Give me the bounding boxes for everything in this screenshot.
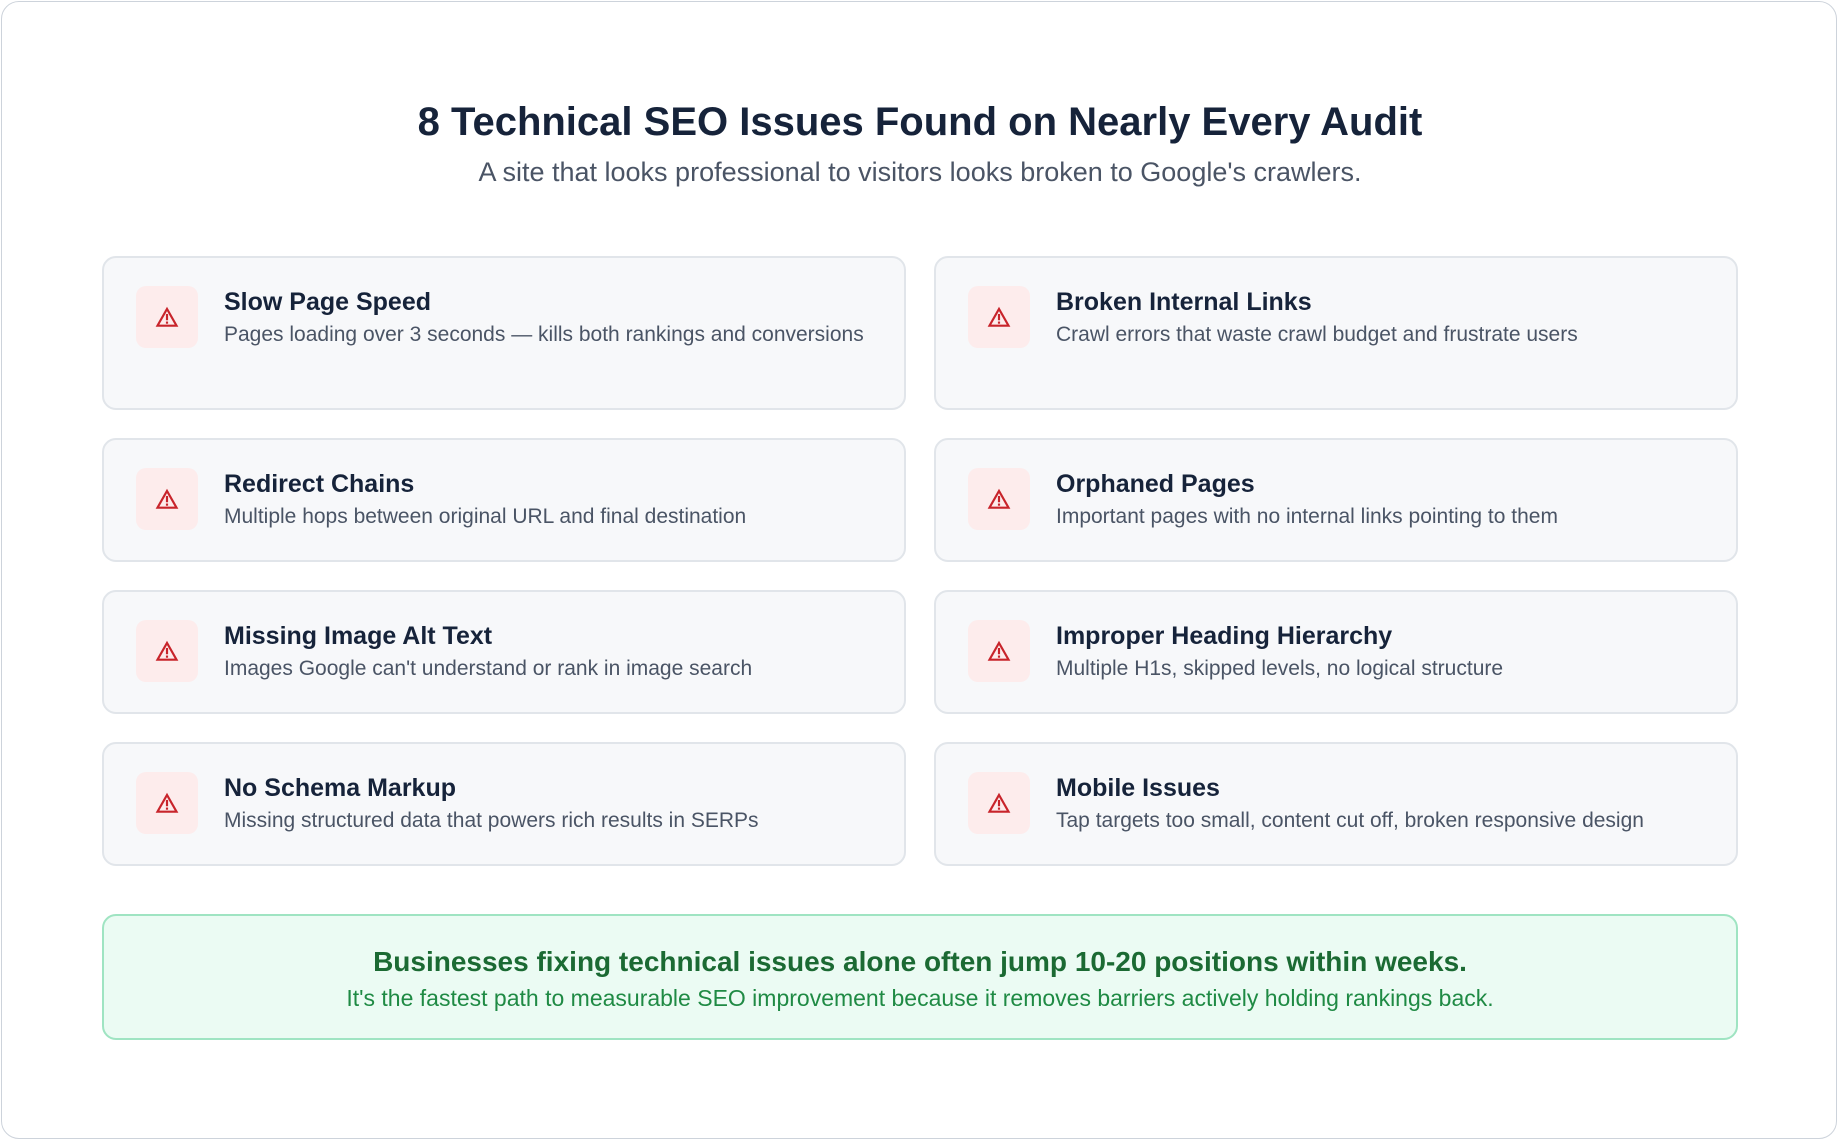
warning-icon <box>968 468 1030 530</box>
issue-card-orphaned-pages: Orphaned Pages Important pages with no i… <box>934 438 1738 562</box>
page-subtitle: A site that looks professional to visito… <box>478 157 1362 187</box>
warning-icon <box>968 620 1030 682</box>
callout-description: It's the fastest path to measurable SEO … <box>346 985 1494 1011</box>
issue-title: Broken Internal Links <box>1056 288 1312 316</box>
issue-card-redirect-chains: Redirect Chains Multiple hops between or… <box>102 438 906 562</box>
issue-description: Pages loading over 3 seconds — kills bot… <box>224 323 864 346</box>
issue-card-missing-image-alt-text: Missing Image Alt Text Images Google can… <box>102 590 906 714</box>
issue-description: Multiple H1s, skipped levels, no logical… <box>1056 657 1504 680</box>
callout-title: Businesses fixing technical issues alone… <box>373 946 1467 977</box>
issue-card-slow-page-speed: Slow Page Speed Pages loading over 3 sec… <box>102 256 906 410</box>
issue-description: Images Google can't understand or rank i… <box>224 657 753 680</box>
warning-icon <box>136 620 198 682</box>
issue-card-broken-internal-links: Broken Internal Links Crawl errors that … <box>934 256 1738 410</box>
header: 8 Technical SEO Issues Found on Nearly E… <box>0 96 1840 190</box>
issue-card-mobile-issues: Mobile Issues Tap targets too small, con… <box>934 742 1738 866</box>
issue-card-improper-heading-hierarchy: Improper Heading Hierarchy Multiple H1s,… <box>934 590 1738 714</box>
issue-description: Tap targets too small, content cut off, … <box>1056 809 1644 832</box>
warning-icon <box>136 286 198 348</box>
issue-title: Improper Heading Hierarchy <box>1056 622 1393 650</box>
issue-description: Missing structured data that powers rich… <box>224 809 759 832</box>
warning-icon <box>968 286 1030 348</box>
warning-icon <box>136 468 198 530</box>
issue-card-no-schema-markup: No Schema Markup Missing structured data… <box>102 742 906 866</box>
issue-description: Multiple hops between original URL and f… <box>224 505 747 528</box>
issue-title: No Schema Markup <box>224 774 457 802</box>
issue-title: Mobile Issues <box>1056 774 1220 802</box>
warning-icon <box>968 772 1030 834</box>
page-title: 8 Technical SEO Issues Found on Nearly E… <box>417 100 1423 144</box>
warning-icon <box>136 772 198 834</box>
issue-title: Slow Page Speed <box>224 288 432 316</box>
issue-description: Important pages with no internal links p… <box>1056 505 1558 528</box>
issue-title: Redirect Chains <box>224 470 415 498</box>
issue-title: Missing Image Alt Text <box>224 622 493 650</box>
results-callout: Businesses fixing technical issues alone… <box>102 914 1738 1040</box>
issue-description: Crawl errors that waste crawl budget and… <box>1056 323 1578 346</box>
issue-title: Orphaned Pages <box>1056 470 1255 498</box>
